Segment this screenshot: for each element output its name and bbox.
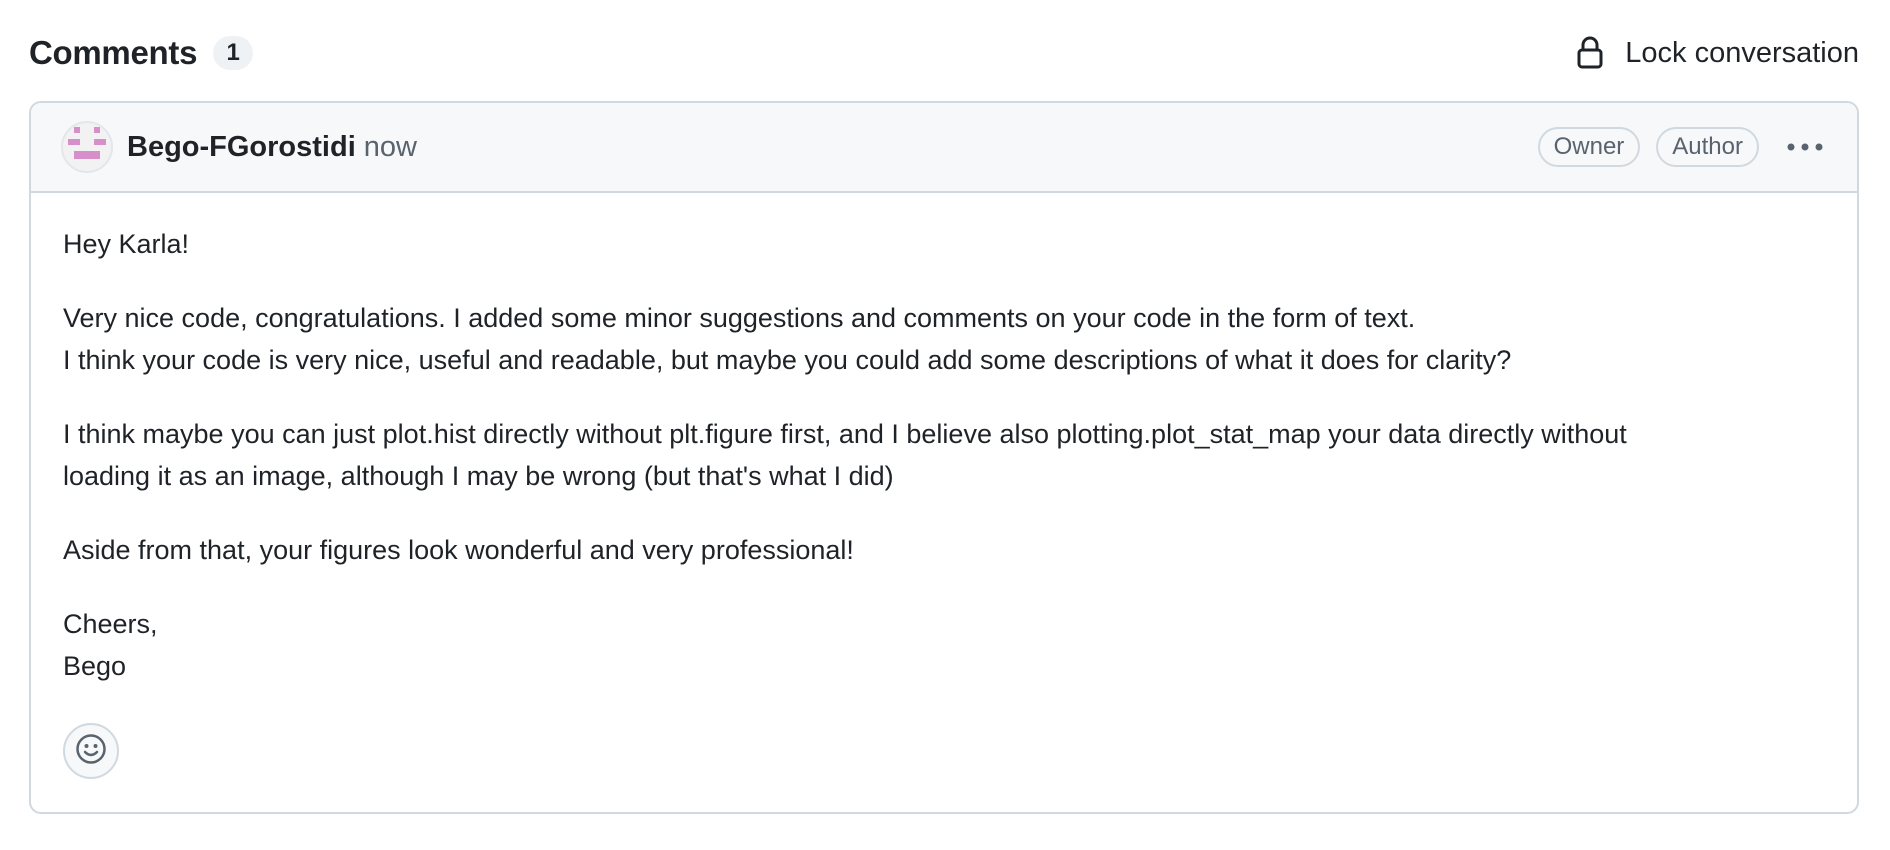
smiley-icon [75,733,107,770]
comment-paragraph: Aside from that, your figures look wonde… [63,529,1825,571]
add-reaction-button[interactable] [63,723,119,779]
avatar[interactable] [61,121,113,173]
lock-icon [1575,36,1605,70]
owner-badge: Owner [1537,127,1641,167]
comment-author-link[interactable]: Bego-FGorostidi [127,131,356,164]
comments-section: Comments 1 Lock conversation Bego-FGoros… [0,0,1890,850]
comment-paragraph: I think maybe you can just plot.hist dir… [63,413,1825,497]
comment-paragraph: Cheers, Bego [63,603,1825,687]
comments-title: Comments [29,34,198,71]
comment-header: Bego-FGorostidi now Owner Author [31,103,1857,193]
comment-paragraph: Hey Karla! [63,223,1825,265]
comment-text-line: Cheers, [63,609,158,639]
comment-text-line: I think your code is very nice, useful a… [63,345,1512,375]
comment-text-line: Bego [63,651,127,681]
comment-text-line: loading it as an image, although I may b… [63,461,894,491]
comment-text-line: I think maybe you can just plot.hist dir… [63,419,1627,449]
kebab-horizontal-icon [1787,138,1823,156]
comments-title-group: Comments 1 [29,34,254,72]
comments-header: Comments 1 Lock conversation [29,30,1859,76]
comment-header-actions: Owner Author [1537,127,1827,167]
comment-paragraph: Very nice code, congratulations. I added… [63,297,1825,381]
comment-text-line: Very nice code, congratulations. I added… [63,303,1416,333]
comment-card: Bego-FGorostidi now Owner Author Hey Kar… [29,101,1859,814]
comment-text-line: Hey Karla! [63,229,190,259]
author-badge: Author [1656,127,1759,167]
comment-body: Hey Karla! Very nice code, congratulatio… [31,193,1857,687]
comments-count-badge: 1 [213,36,254,70]
lock-conversation-label: Lock conversation [1625,36,1859,69]
comment-text-line: Aside from that, your figures look wonde… [63,535,854,565]
comment-options-button[interactable] [1783,127,1827,167]
lock-conversation-button[interactable]: Lock conversation [1575,36,1859,70]
comment-timestamp[interactable]: now [364,131,417,164]
